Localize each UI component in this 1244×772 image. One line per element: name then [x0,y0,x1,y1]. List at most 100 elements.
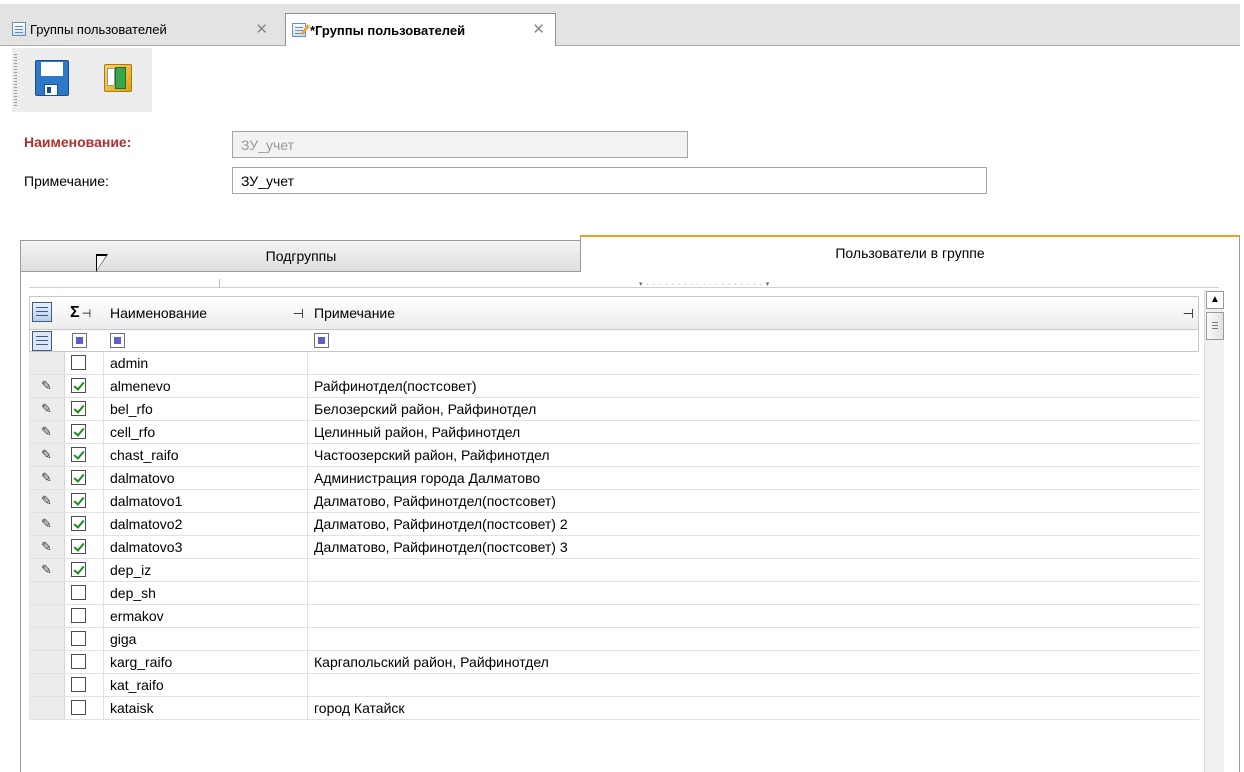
cell-note[interactable]: Администрация города Далматово [307,467,1199,489]
cell-note[interactable] [307,674,1199,696]
row-checkbox[interactable] [71,447,86,462]
row-checkbox[interactable] [71,539,86,554]
close-icon[interactable]: ✕ [532,20,545,38]
row-indicator[interactable] [29,628,65,650]
table-row[interactable]: ✎ chast_raifo Частоозерский район, Райфино… [29,444,1199,467]
cell-note[interactable]: Райфинотдел(постсовет) [307,375,1199,397]
column-chooser-icon[interactable] [32,302,52,322]
table-row[interactable]: ✎ bel_rfo Белозерский район, Райфинотдел [29,398,1199,421]
row-checkbox[interactable] [71,470,86,485]
note-field[interactable] [232,167,987,194]
cell-name[interactable]: dalmatovo2 [103,513,307,535]
cell-name[interactable]: almenevo [103,375,307,397]
cell-note[interactable]: Частоозерский район, Райфинотдел [307,444,1199,466]
edit-pencil-icon[interactable]: ✎ [29,421,65,443]
panel-splitter[interactable]: ▾ · · · · · · · · · · · · · · · · · · · … [29,276,1219,288]
cell-name[interactable]: dalmatovo3 [103,536,307,558]
cell-note[interactable] [307,628,1199,650]
cell-name[interactable]: chast_raifo [103,444,307,466]
filter-name-icon[interactable] [110,333,125,348]
row-checkbox[interactable] [71,493,86,508]
table-row[interactable]: ✎ dalmatovo3 Далматово, Райфинотдел(постсо… [29,536,1199,559]
tab-user-groups[interactable]: Группы пользователей ✕ [6,14,278,44]
exit-icon[interactable] [98,58,138,98]
row-indicator[interactable] [29,697,65,719]
cell-name[interactable]: kataisk [103,697,307,719]
edit-pencil-icon[interactable]: ✎ [29,467,65,489]
row-indicator[interactable] [29,674,65,696]
row-indicator[interactable] [29,651,65,673]
row-checkbox[interactable] [71,378,86,393]
row-checkbox[interactable] [71,585,86,600]
cell-note[interactable]: Целинный район, Райфинотдел [307,421,1199,443]
table-row[interactable]: ✎ cell_rfo Целинный район, Райфинотдел [29,421,1199,444]
cell-note[interactable]: Каргапольский район, Райфинотдел [307,651,1199,673]
edit-pencil-icon[interactable]: ✎ [29,398,65,420]
cell-name[interactable]: dep_sh [103,582,307,604]
edit-pencil-icon[interactable]: ✎ [29,375,65,397]
vertical-scrollbar[interactable]: ▲ [1204,290,1224,772]
column-header-name[interactable]: Наименование ⊣ [104,297,308,329]
cell-name[interactable]: dalmatovo [103,467,307,489]
table-row[interactable]: ✎ dalmatovo Администрация города Далматово [29,467,1199,490]
filter-note-icon[interactable] [314,333,329,348]
filter-check-icon[interactable] [72,333,87,348]
row-checkbox[interactable] [71,355,86,370]
row-checkbox[interactable] [71,401,86,416]
pin-icon[interactable]: ⊣ [293,306,304,322]
tab-users-in-group[interactable]: Пользователи в группе [580,235,1240,275]
row-checkbox[interactable] [71,424,86,439]
pin-icon[interactable]: ⊣ [82,307,92,320]
edit-pencil-icon[interactable]: ✎ [29,513,65,535]
edit-pencil-icon[interactable]: ✎ [29,444,65,466]
row-checkbox[interactable] [71,516,86,531]
row-indicator[interactable] [29,605,65,627]
cell-name[interactable]: giga [103,628,307,650]
table-row[interactable]: ✎ dep_iz [29,559,1199,582]
cell-note[interactable]: город Катайск [307,697,1199,719]
cell-name[interactable]: cell_rfo [103,421,307,443]
table-row[interactable]: kataisk город Катайск [29,697,1199,720]
table-row[interactable]: dep_sh [29,582,1199,605]
cell-name[interactable]: dep_iz [103,559,307,581]
table-row[interactable]: admin [29,352,1199,375]
edit-pencil-icon[interactable]: ✎ [29,559,65,581]
cell-name[interactable]: ermakov [103,605,307,627]
row-checkbox[interactable] [71,608,86,623]
table-row[interactable]: giga [29,628,1199,651]
cell-note[interactable]: Далматово, Райфинотдел(постсовет) [307,490,1199,512]
save-icon[interactable] [32,58,72,98]
pin-icon[interactable]: ⊣ [1183,306,1194,322]
column-header-note[interactable]: Примечание ⊣ [308,297,1198,329]
splitter-handle[interactable]: ▾ · · · · · · · · · · · · · · · · · · · … [639,280,770,288]
row-checkbox[interactable] [71,700,86,715]
row-checkbox[interactable] [71,654,86,669]
cell-note[interactable] [307,559,1199,581]
cell-note[interactable] [307,605,1199,627]
scroll-thumb[interactable] [1206,312,1224,340]
table-row[interactable]: ✎ almenevo Райфинотдел(постсовет) [29,375,1199,398]
close-icon[interactable]: ✕ [255,20,268,38]
row-checkbox[interactable] [71,631,86,646]
table-row[interactable]: karg_raifo Каргапольский район, Райфинотд… [29,651,1199,674]
table-row[interactable]: ✎ dalmatovo1 Далматово, Райфинотдел(постсо… [29,490,1199,513]
toolbar-grip[interactable] [14,54,17,106]
row-indicator[interactable] [29,352,65,374]
cell-note[interactable]: Белозерский район, Райфинотдел [307,398,1199,420]
table-row[interactable]: ermakov [29,605,1199,628]
edit-pencil-icon[interactable]: ✎ [29,536,65,558]
name-field[interactable] [232,131,688,158]
cell-note[interactable] [307,352,1199,374]
row-checkbox[interactable] [71,562,86,577]
tab-user-groups-edited[interactable]: *Группы пользователей ✕ [285,13,556,46]
cell-name[interactable]: admin [103,352,307,374]
cell-name[interactable]: bel_rfo [103,398,307,420]
filter-toggle-icon[interactable] [32,331,52,351]
table-row[interactable]: kat_raifo [29,674,1199,697]
cell-name[interactable]: karg_raifo [103,651,307,673]
row-indicator[interactable] [29,582,65,604]
sum-header[interactable]: Σ ⊣ [70,297,104,329]
row-checkbox[interactable] [71,677,86,692]
edit-pencil-icon[interactable]: ✎ [29,490,65,512]
cell-note[interactable] [307,582,1199,604]
